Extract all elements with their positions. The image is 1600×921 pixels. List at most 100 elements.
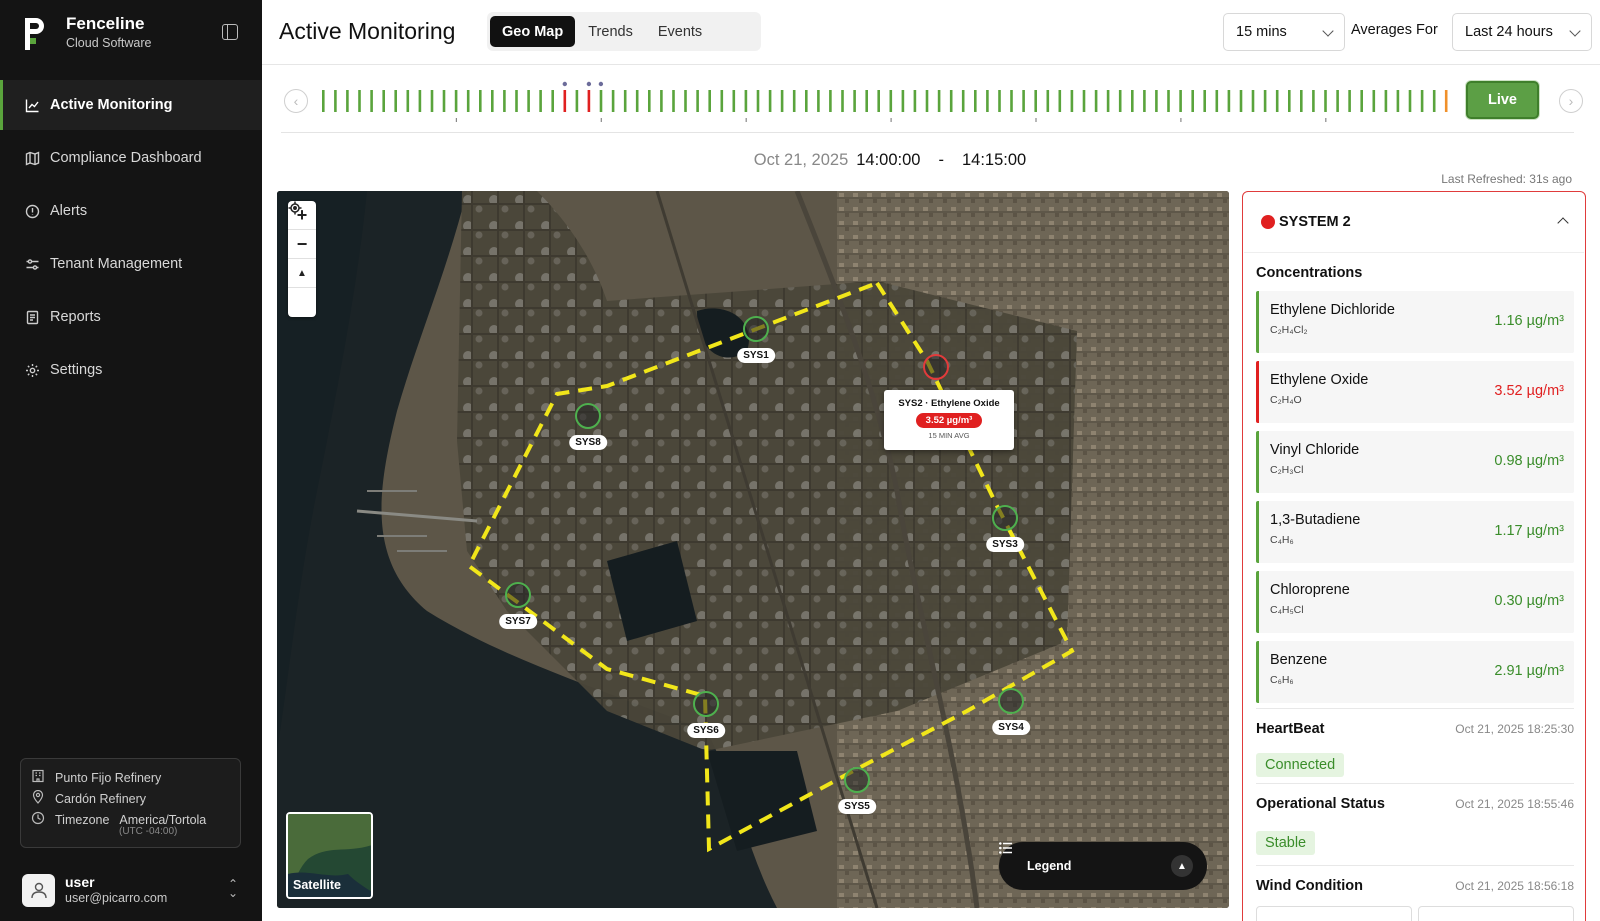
timeline-bar[interactable] — [889, 90, 893, 112]
timeline-bar[interactable] — [925, 90, 929, 112]
timeline-bar[interactable] — [696, 90, 699, 112]
timeline-bar[interactable] — [974, 90, 977, 112]
timeline-bar[interactable] — [442, 90, 446, 112]
timeline-bar[interactable] — [334, 90, 337, 112]
timeline-bar[interactable] — [1420, 90, 1424, 112]
nav-item-alerts[interactable]: Alerts — [0, 186, 262, 236]
legend-toggle[interactable]: Legend ▲ — [999, 842, 1207, 890]
timeline-bar[interactable] — [551, 90, 554, 112]
timeline-bar[interactable] — [648, 90, 651, 112]
geo-map[interactable]: + − ▲ SYS1 SYS3 SYS4 SYS5 SYS6 SYS7 SYS8… — [277, 191, 1229, 908]
timeline-bar[interactable] — [1155, 90, 1158, 112]
sensor-sys7[interactable] — [505, 582, 531, 608]
timeline-bar[interactable] — [466, 90, 470, 112]
timeline-bar[interactable] — [732, 90, 736, 112]
concentration-card[interactable]: 1,3-Butadiene C₄H₆ 1.17 µg/m³ — [1256, 501, 1574, 563]
nav-item-settings[interactable]: Settings — [0, 345, 262, 395]
timeline-bar[interactable] — [394, 90, 397, 112]
timeline-bar[interactable] — [829, 90, 832, 112]
timeline-bar[interactable] — [1324, 90, 1327, 112]
timeline-bar[interactable] — [1408, 90, 1412, 112]
timeline-bar[interactable] — [479, 90, 482, 112]
timeline-bar[interactable] — [660, 90, 663, 112]
tab-geo-map[interactable]: Geo Map — [490, 16, 576, 47]
timeline-prev-icon[interactable]: ‹ — [284, 89, 308, 113]
timeline-bar[interactable] — [841, 90, 844, 112]
interval-select[interactable]: 15 mins — [1223, 13, 1345, 51]
sensor-sys6[interactable] — [693, 691, 719, 717]
timeline-bar[interactable] — [563, 90, 567, 112]
locate-icon[interactable] — [288, 201, 316, 317]
timeline-bar[interactable] — [575, 90, 579, 112]
timeline-bar[interactable] — [1010, 90, 1013, 112]
sidebar-collapse-icon[interactable] — [222, 24, 238, 40]
timeline-bar[interactable] — [1312, 90, 1315, 112]
sensor-sys3[interactable] — [992, 505, 1018, 531]
timeline[interactable] — [318, 81, 1453, 124]
timeline-bar[interactable] — [1444, 90, 1448, 112]
timeline-bar[interactable] — [1336, 90, 1339, 112]
timeline-bar[interactable] — [684, 90, 687, 112]
chevron-up-icon[interactable] — [1557, 217, 1569, 229]
timeline-bar[interactable] — [503, 90, 506, 112]
timeline-bars[interactable] — [318, 81, 1453, 124]
timeline-bar[interactable] — [370, 90, 373, 112]
user-menu[interactable]: user user@picarro.com ⌃ ⌄ — [22, 872, 242, 908]
timeline-bar[interactable] — [1384, 90, 1388, 112]
nav-item-tenant-management[interactable]: Tenant Management — [0, 239, 262, 289]
timeline-bar[interactable] — [720, 90, 724, 112]
timeline-bar[interactable] — [1094, 90, 1098, 112]
panel-header[interactable]: SYSTEM 2 — [1261, 214, 1351, 230]
timeline-bar[interactable] — [1360, 90, 1363, 112]
timeline-bar[interactable] — [1131, 90, 1134, 112]
timeline-bar[interactable] — [1372, 90, 1376, 112]
timeline-bar[interactable] — [1022, 90, 1025, 112]
timeline-bar[interactable] — [1143, 90, 1146, 112]
site-info-card[interactable]: Punto Fijo Refinery Cardón Refinery Time… — [20, 758, 241, 848]
timeline-bar[interactable] — [358, 90, 361, 112]
timeline-bar[interactable] — [1082, 90, 1086, 112]
event-marker[interactable] — [598, 81, 604, 87]
timeline-bar[interactable] — [491, 90, 494, 112]
nav-item-active-monitoring[interactable]: Active Monitoring — [0, 80, 262, 130]
timeline-bar[interactable] — [1432, 90, 1436, 112]
concentration-card[interactable]: Ethylene Dichloride C₂H₄Cl₂ 1.16 µg/m³ — [1256, 291, 1574, 353]
timeline-bar[interactable] — [539, 90, 542, 112]
timeline-bar[interactable] — [780, 90, 784, 112]
timeline-bar[interactable] — [1191, 90, 1194, 112]
timeline-bar[interactable] — [623, 90, 627, 112]
timeline-bar[interactable] — [1058, 90, 1062, 112]
timeline-bar[interactable] — [913, 90, 917, 112]
timeline-bar[interactable] — [346, 90, 349, 112]
timeline-bar[interactable] — [744, 90, 748, 112]
timeline-bar[interactable] — [672, 90, 675, 112]
timeline-bar[interactable] — [1215, 90, 1219, 112]
timeline-bar[interactable] — [756, 90, 760, 112]
timeline-bar[interactable] — [527, 90, 530, 112]
sensor-popup[interactable]: SYS2 · Ethylene Oxide 3.52 µg/m³ 15 MIN … — [884, 390, 1014, 450]
live-button[interactable]: Live — [1466, 81, 1539, 119]
timeline-bar[interactable] — [1288, 90, 1291, 112]
timeline-bar[interactable] — [1348, 90, 1351, 112]
timeline-bar[interactable] — [792, 90, 796, 112]
timeline-bar[interactable] — [322, 90, 325, 112]
timeline-bar[interactable] — [1275, 90, 1279, 112]
timeline-bar[interactable] — [1070, 90, 1074, 112]
compass-icon[interactable]: ▲ — [288, 259, 316, 288]
timeline-bar[interactable] — [406, 90, 410, 112]
timeline-bar[interactable] — [937, 90, 941, 112]
event-marker[interactable] — [586, 81, 592, 87]
timeline-next-icon[interactable]: › — [1559, 89, 1583, 113]
timeline-bar[interactable] — [961, 90, 965, 112]
timeline-bar[interactable] — [853, 90, 856, 112]
timeline-bar[interactable] — [1239, 90, 1243, 112]
timeline-bar[interactable] — [454, 90, 458, 112]
tab-events[interactable]: Events — [646, 16, 714, 47]
timeline-bar[interactable] — [1227, 90, 1231, 112]
timeline-bar[interactable] — [986, 90, 989, 112]
timeline-bar[interactable] — [1300, 90, 1303, 112]
concentration-card[interactable]: Benzene C₆H₆ 2.91 µg/m³ — [1256, 641, 1574, 703]
timeline-bar[interactable] — [949, 90, 953, 112]
timeline-bar[interactable] — [1118, 90, 1122, 112]
sensor-sys4[interactable] — [998, 688, 1024, 714]
